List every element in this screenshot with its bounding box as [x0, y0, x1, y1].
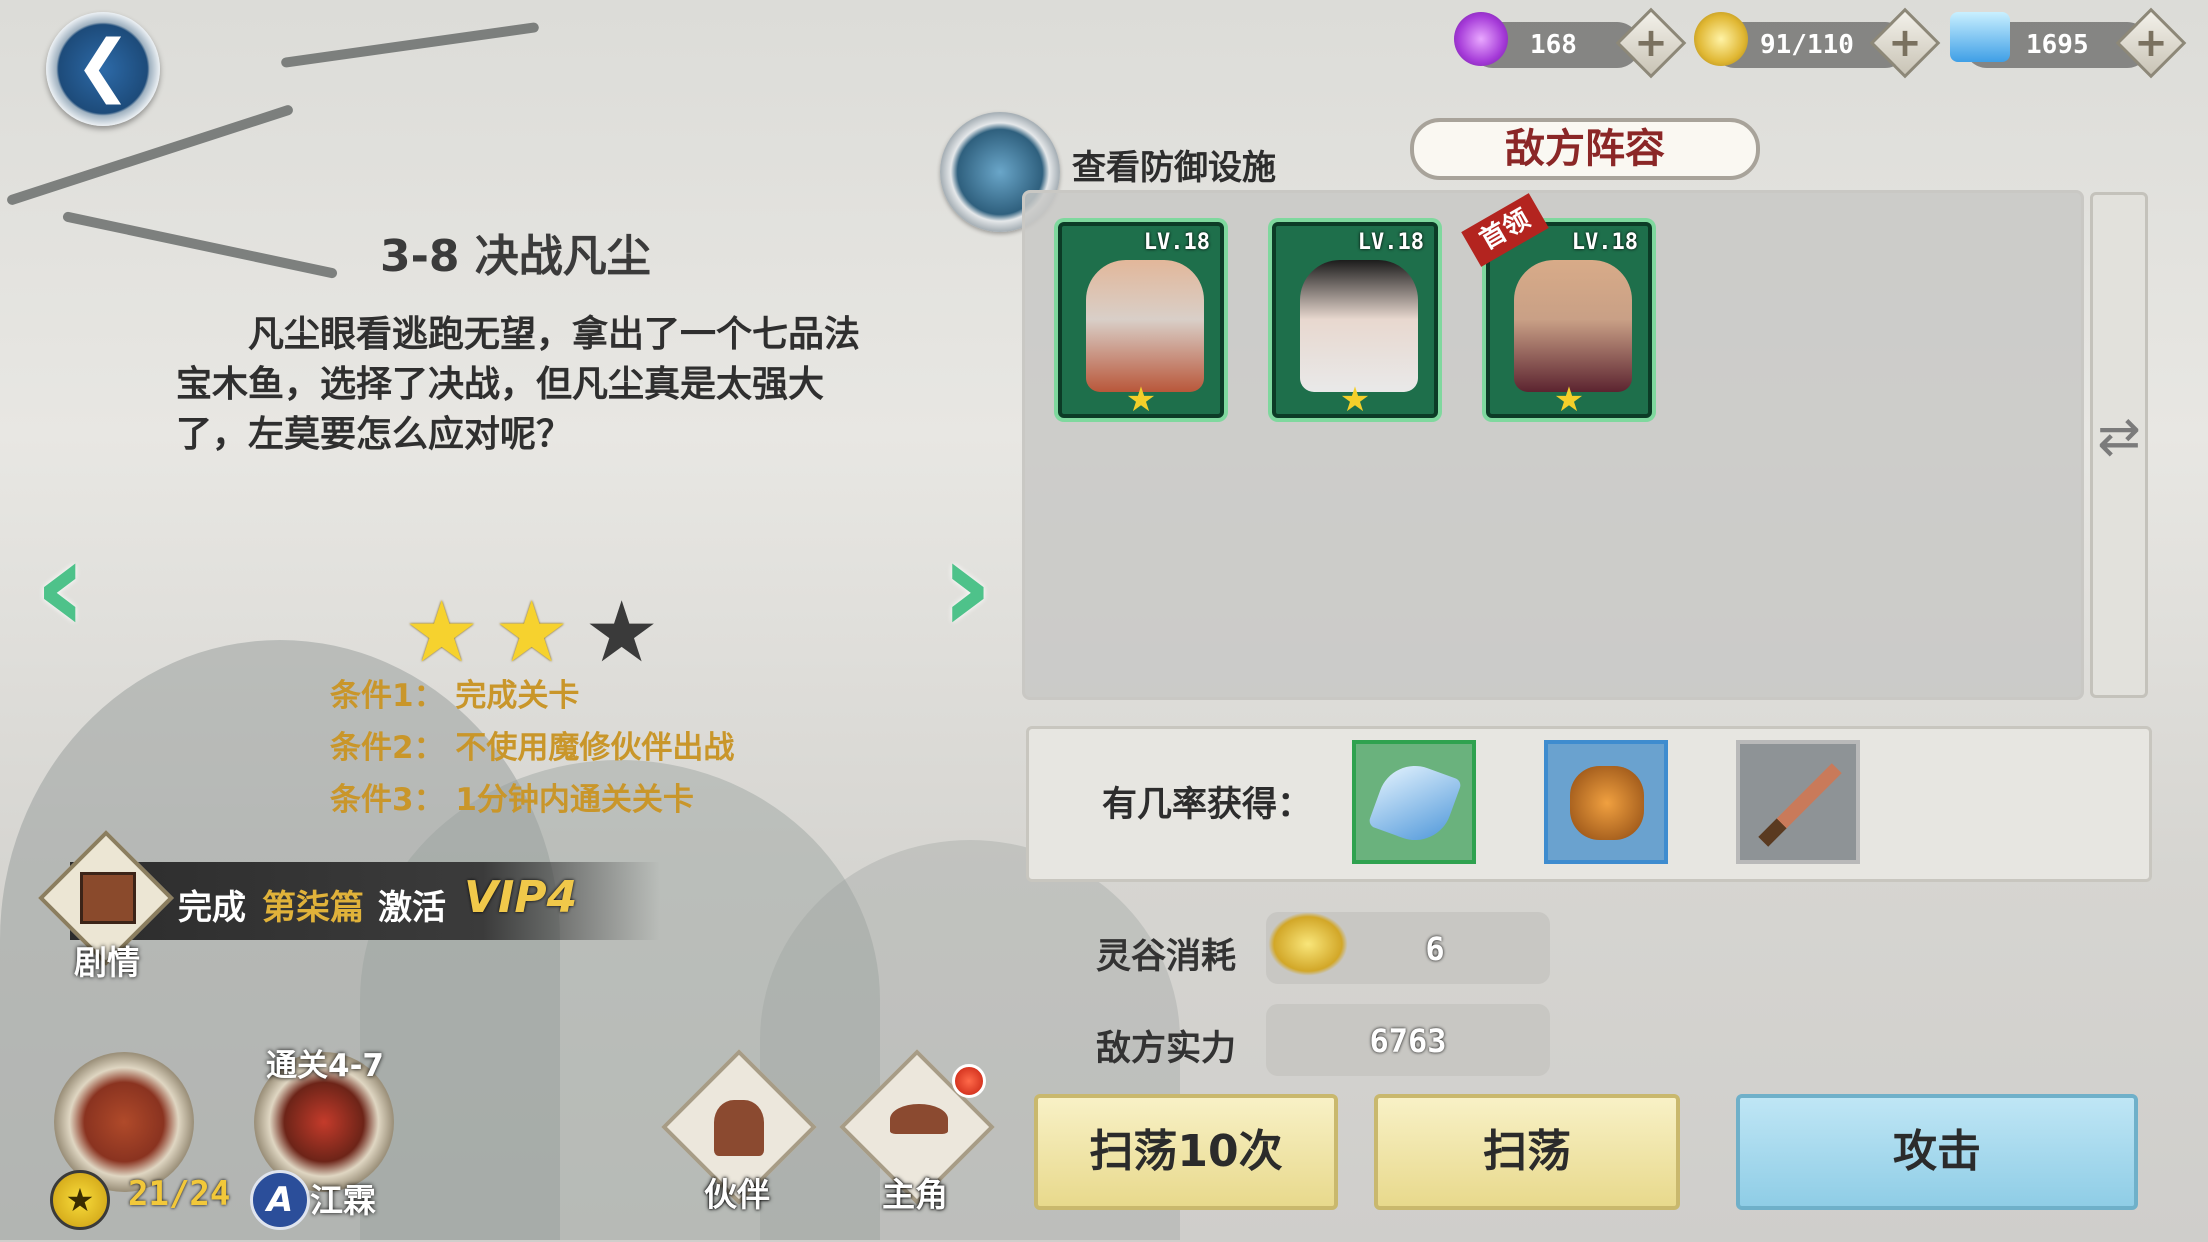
enemy-hero-card[interactable]: LV.18 ★: [1058, 222, 1224, 418]
enemy-power-value: 6763: [1369, 1022, 1447, 1060]
hero-star-icon: ★: [1339, 380, 1371, 418]
attack-button[interactable]: 攻击: [1736, 1094, 2138, 1210]
star-earned-icon: ★: [494, 583, 570, 681]
prev-level-arrow-icon[interactable]: ‹: [34, 510, 88, 662]
attack-label: 攻击: [1893, 1126, 1981, 1177]
condition-1: 条件1： 完成关卡: [330, 678, 580, 714]
drop-item[interactable]: [1544, 740, 1668, 864]
grain-cost-label: 灵谷消耗: [1096, 937, 1237, 977]
drop-item[interactable]: [1736, 740, 1860, 864]
defense-label[interactable]: 查看防御设施: [1072, 140, 1276, 189]
diamond-value: 1695: [2026, 30, 2089, 60]
star-earned-icon: ★: [404, 583, 480, 681]
rank-badge-icon: A: [250, 1170, 310, 1230]
drop-label: 有几率获得：: [1102, 785, 1313, 825]
grain-value: 91/110: [1760, 30, 1854, 60]
sweep-label: 扫荡: [1483, 1126, 1571, 1177]
sword-icon: [1758, 763, 1842, 847]
next-level-arrow-icon[interactable]: ›: [940, 510, 994, 662]
tree-branch: [280, 21, 540, 69]
level-description: 凡尘眼看逃跑无望，拿出了一个七品法宝木鱼，选择了决战，但凡尘真是太强大了，左莫要…: [176, 314, 861, 455]
hero-level: LV.18: [1143, 230, 1210, 255]
enemy-power-label: 敌方实力: [1096, 1029, 1237, 1069]
enemy-lineup-title: 敌方阵容: [1505, 126, 1665, 172]
hero-level: LV.18: [1571, 230, 1638, 255]
spirit-orb-value: 168: [1530, 30, 1577, 60]
level-title: 3-8 决战凡尘: [380, 231, 651, 282]
plus-icon: +: [2134, 20, 2168, 66]
back-arrow-icon: ❮: [74, 26, 132, 105]
vip-banner-vip: VIP4: [464, 872, 578, 923]
partner-icon: [714, 1100, 764, 1156]
refresh-sidebar[interactable]: ⇄: [2090, 192, 2148, 698]
chest-progress: 21/24: [128, 1174, 231, 1214]
hero-portrait: [1086, 260, 1204, 392]
plus-icon: +: [1634, 20, 1668, 66]
story-book-icon: [80, 872, 136, 924]
clear-progress-label: 通关4-7: [266, 1048, 385, 1084]
spirit-orb-icon: [1454, 12, 1508, 66]
tree-branch: [5, 103, 295, 207]
hero-level: LV.18: [1357, 230, 1424, 255]
tree-branch: [62, 211, 338, 279]
plus-icon: +: [1888, 20, 1922, 66]
enemy-hero-card[interactable]: LV.18 ★: [1272, 222, 1438, 418]
hero-portrait: [1514, 260, 1632, 392]
hero-star-icon: ★: [1125, 380, 1157, 418]
condition-3: 条件3： 1分钟内通关关卡: [330, 782, 694, 818]
sweep-10-label: 扫荡10次: [1089, 1126, 1283, 1177]
diamond-icon: [1950, 12, 2010, 62]
partner-label: 伙伴: [704, 1175, 770, 1214]
enemy-lineup-header: 敌方阵容: [1410, 118, 1760, 180]
refresh-icon: ⇄: [2097, 407, 2141, 467]
notification-dot: [952, 1064, 986, 1098]
hero-portrait: [1300, 260, 1418, 392]
protagonist-label: 主角: [882, 1175, 948, 1214]
player-name: 江霖: [310, 1181, 376, 1220]
sweep-button[interactable]: 扫荡: [1374, 1094, 1680, 1210]
blue-crystal-icon: [1367, 755, 1463, 851]
hero-star-icon: ★: [1553, 380, 1585, 418]
star-empty-icon: ★: [584, 583, 660, 681]
protagonist-icon: [890, 1104, 948, 1134]
grain-icon: [1694, 12, 1748, 66]
drop-item[interactable]: [1352, 740, 1476, 864]
vip-banner-middle: 激活: [378, 888, 446, 928]
add-spirit-orb-button[interactable]: +: [1615, 7, 1687, 79]
vip-banner-chapter: 第柒篇: [262, 888, 364, 928]
vip-banner-prefix: 完成: [178, 888, 246, 928]
story-label: 剧情: [74, 943, 140, 982]
back-button[interactable]: ❮: [46, 12, 160, 126]
grain-cost-value: 6: [1425, 930, 1445, 968]
enemy-boss-card[interactable]: LV.18 ★: [1486, 222, 1652, 418]
condition-2: 条件2： 不使用魔修伙伴出战: [330, 730, 735, 766]
sweep-10-button[interactable]: 扫荡10次: [1034, 1094, 1338, 1210]
star-icon: ★: [50, 1170, 110, 1230]
ore-icon: [1570, 766, 1644, 840]
